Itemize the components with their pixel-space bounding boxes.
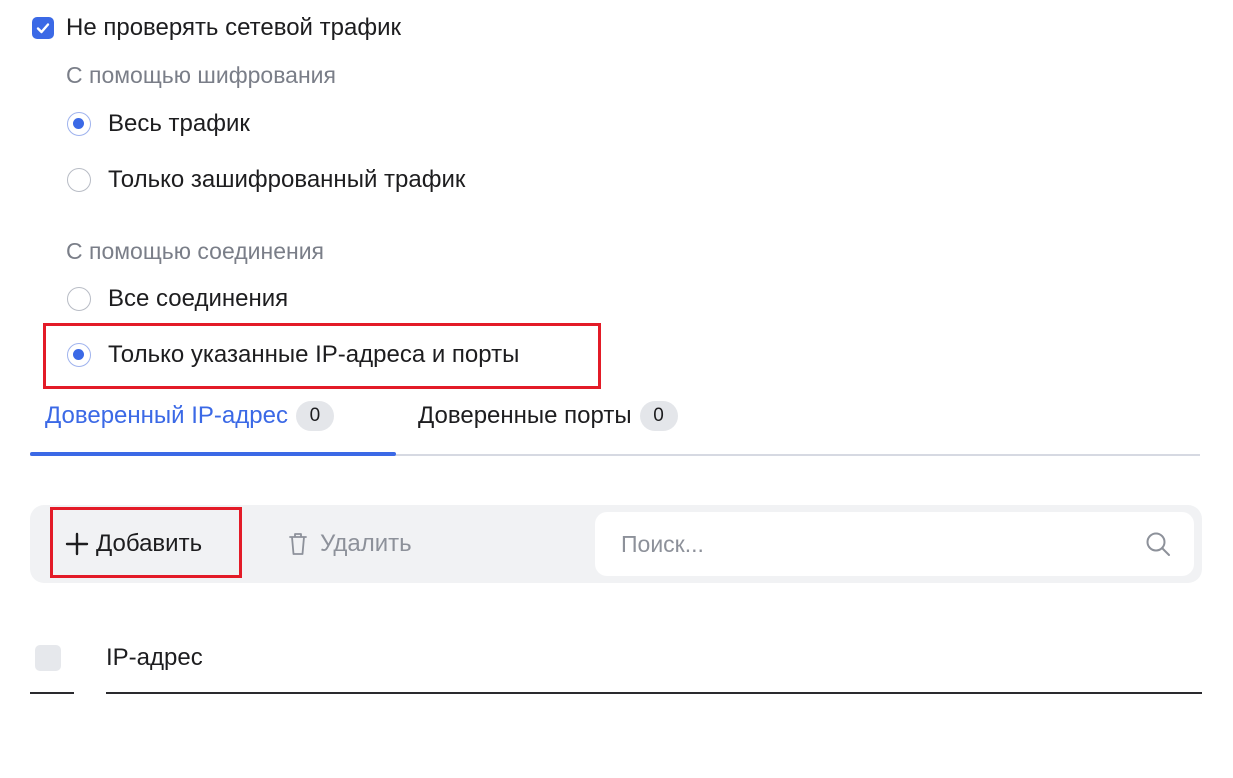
tab-active-indicator xyxy=(30,452,396,456)
header-divider-checkbox xyxy=(30,692,74,694)
skip-traffic-check-row[interactable]: Не проверять сетевой трафик xyxy=(32,14,401,42)
tab-trusted-ports-label: Доверенные порты xyxy=(418,402,632,429)
delete-button[interactable]: Удалить xyxy=(286,529,412,559)
radio-all-connections-label: Все соединения xyxy=(108,285,289,312)
radio-row-specified-ips[interactable]: Только указанные IP-адреса и порты xyxy=(67,339,519,371)
search-input[interactable] xyxy=(621,530,1101,558)
plus-icon xyxy=(65,532,89,556)
radio-all-connections[interactable] xyxy=(67,287,91,311)
tab-trusted-ports[interactable]: Доверенные порты 0 xyxy=(418,400,678,432)
search-box[interactable] xyxy=(595,512,1194,576)
trash-icon xyxy=(289,533,307,555)
radio-all-traffic[interactable] xyxy=(67,112,91,136)
radio-row-all-traffic[interactable]: Весь трафик xyxy=(67,108,250,140)
radio-all-traffic-label: Весь трафик xyxy=(108,110,250,137)
tab-trusted-ip-label: Доверенный IP-адрес xyxy=(45,402,288,429)
add-button[interactable]: Добавить xyxy=(64,529,202,559)
encryption-section-label: С помощью шифрования xyxy=(66,62,336,88)
search-icon[interactable] xyxy=(1144,530,1172,558)
radio-encrypted-only[interactable] xyxy=(67,168,91,192)
radio-specified-ips-label: Только указанные IP-адреса и порты xyxy=(108,341,520,368)
check-icon xyxy=(36,23,50,34)
tab-trusted-ip[interactable]: Доверенный IP-адрес 0 xyxy=(45,400,334,432)
radio-specified-ips[interactable] xyxy=(67,343,91,367)
skip-traffic-checkbox[interactable] xyxy=(32,17,54,39)
connection-section-label: С помощью соединения xyxy=(66,238,324,264)
column-header-ip-address[interactable]: IP-адрес xyxy=(106,644,203,672)
add-button-label: Добавить xyxy=(96,530,203,557)
delete-button-label: Удалить xyxy=(320,530,412,557)
radio-encrypted-only-label: Только зашифрованный трафик xyxy=(108,166,466,193)
radio-row-all-connections[interactable]: Все соединения xyxy=(67,283,288,315)
skip-traffic-label: Не проверять сетевой трафик xyxy=(66,14,401,41)
select-all-checkbox[interactable] xyxy=(35,645,61,671)
tab-trusted-ip-count: 0 xyxy=(295,401,334,431)
header-divider-ip xyxy=(106,692,1202,694)
tab-trusted-ports-count: 0 xyxy=(639,401,678,431)
radio-row-encrypted-only[interactable]: Только зашифрованный трафик xyxy=(67,164,465,196)
